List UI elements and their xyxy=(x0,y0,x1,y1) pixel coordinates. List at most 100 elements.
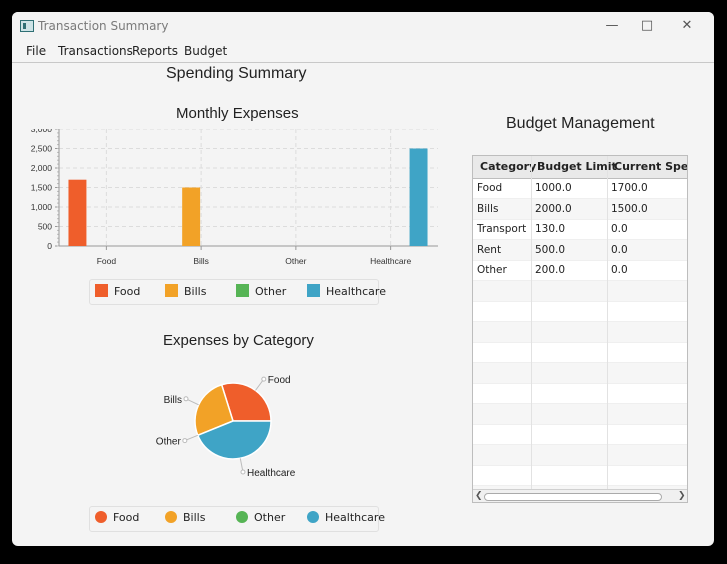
menu-file[interactable]: File xyxy=(26,44,46,58)
menu-transactions[interactable]: Transactions xyxy=(58,44,133,58)
y-tick-label: 1,000 xyxy=(31,202,53,212)
pie-label-food: Food xyxy=(268,375,291,386)
bar-healthcare xyxy=(409,148,428,246)
cell-category: Food xyxy=(477,182,503,194)
cell-budget-limit: 2000.0 xyxy=(535,202,572,215)
legend-label: Food xyxy=(114,285,141,298)
cell-budget-limit: 500.0 xyxy=(535,243,566,256)
table-row xyxy=(473,465,687,486)
legend-dot xyxy=(95,511,107,523)
column-header-category[interactable]: Category xyxy=(480,160,536,173)
column-header-current-spend[interactable]: Current Spend xyxy=(614,160,687,173)
table-row xyxy=(473,403,687,425)
menu-reports[interactable]: Reports xyxy=(132,44,178,58)
table-row xyxy=(473,424,687,445)
scroll-right-icon[interactable]: ❯ xyxy=(678,490,686,502)
x-tick-label: Healthcare xyxy=(370,256,411,266)
cell-current-spend: 0.0 xyxy=(611,264,628,276)
legend-dot xyxy=(307,511,319,523)
legend-item-healthcare: Healthcare xyxy=(307,284,386,300)
legend-item-other: Other xyxy=(236,511,285,527)
cell-budget-limit: 1000.0 xyxy=(535,182,572,194)
cell-category: Transport xyxy=(477,223,527,235)
y-tick-label: 2,500 xyxy=(31,144,53,154)
table-row xyxy=(473,321,687,343)
x-tick-label: Food xyxy=(97,256,117,266)
legend-item-food: Food xyxy=(95,284,140,300)
legend-label: Bills xyxy=(183,511,206,524)
table-row xyxy=(473,280,687,302)
legend-label: Other xyxy=(255,285,287,298)
pie-leader-dot xyxy=(261,376,267,382)
table-row xyxy=(473,383,687,404)
app-icon xyxy=(20,20,34,32)
legend-swatch xyxy=(236,284,249,297)
cell-category: Rent xyxy=(477,243,502,256)
pie-leader-dot xyxy=(182,438,188,444)
legend-label: Healthcare xyxy=(326,285,386,298)
column-header-budget-limit[interactable]: Budget Limit xyxy=(537,160,617,173)
menu-bar: File Transactions Reports Budget xyxy=(12,40,714,63)
legend-dot xyxy=(236,511,248,523)
menu-budget[interactable]: Budget xyxy=(184,44,227,58)
close-button[interactable]: ✕ xyxy=(672,16,702,36)
y-tick-label: 500 xyxy=(38,222,52,232)
pie-label-healthcare: Healthcare xyxy=(247,468,296,479)
cell-current-spend: 0.0 xyxy=(611,243,628,256)
table-row xyxy=(473,342,687,363)
cell-category: Bills xyxy=(477,202,499,215)
x-tick-label: Other xyxy=(285,256,306,266)
bar-bills xyxy=(182,187,201,246)
pie-label-bills: Bills xyxy=(164,395,182,406)
table-row[interactable]: Other 200.0 0.0 xyxy=(473,260,687,281)
scrollbar-thumb[interactable] xyxy=(484,493,662,501)
table-row[interactable]: Food 1000.0 1700.0 xyxy=(473,178,687,199)
column-divider xyxy=(531,156,532,502)
legend-item-food: Food xyxy=(95,511,139,527)
cell-current-spend: 0.0 xyxy=(611,223,628,235)
x-tick-label: Bills xyxy=(193,256,209,266)
legend-item-other: Other xyxy=(236,284,286,300)
maximize-button[interactable]: □ xyxy=(632,16,662,36)
cell-current-spend: 1700.0 xyxy=(611,182,648,194)
legend-label: Bills xyxy=(184,285,207,298)
legend-item-healthcare: Healthcare xyxy=(307,511,385,527)
pie-chart-legend: Food Bills Other Healthcare xyxy=(89,506,385,532)
app-window: Transaction Summary — □ ✕ File Transacti… xyxy=(12,12,714,546)
table-row xyxy=(473,444,687,466)
legend-label: Healthcare xyxy=(325,511,385,524)
table-row[interactable]: Rent 500.0 0.0 xyxy=(473,239,687,261)
y-tick-label: 3,000 xyxy=(31,129,53,134)
legend-swatch xyxy=(307,284,320,297)
table-row[interactable]: Bills 2000.0 1500.0 xyxy=(473,198,687,220)
bar-food xyxy=(68,179,87,246)
table-row xyxy=(473,362,687,384)
window-title: Transaction Summary xyxy=(38,19,169,33)
budget-table[interactable]: Category Budget Limit Current Spend Food… xyxy=(472,155,688,503)
legend-item-bills: Bills xyxy=(165,511,205,527)
legend-label: Other xyxy=(254,511,286,524)
cell-budget-limit: 130.0 xyxy=(535,223,566,235)
cell-category: Other xyxy=(477,264,507,276)
y-tick-label: 2,000 xyxy=(31,163,53,173)
table-row[interactable]: Transport 130.0 0.0 xyxy=(473,219,687,240)
pie-chart: Food Bills Other Healthcare xyxy=(156,375,296,479)
legend-dot xyxy=(165,511,177,523)
pie-chart-title: Expenses by Category xyxy=(163,332,314,349)
scroll-left-icon[interactable]: ❮ xyxy=(475,490,483,502)
pie-leader-dot xyxy=(240,469,246,475)
pie-leader-dot xyxy=(183,396,189,402)
main-content: Spending Summary Monthly Expenses Budget… xyxy=(12,63,714,546)
bar-chart-legend: Food Bills Other Healthcare xyxy=(89,279,386,305)
minimize-button[interactable]: — xyxy=(597,16,627,36)
column-divider xyxy=(607,156,608,502)
spending-summary-title: Spending Summary xyxy=(166,65,307,82)
cell-current-spend: 1500.0 xyxy=(611,202,648,215)
legend-item-bills: Bills xyxy=(165,284,206,300)
bar-chart-title: Monthly Expenses xyxy=(176,105,299,122)
legend-label: Food xyxy=(113,511,140,524)
title-bar: Transaction Summary — □ ✕ xyxy=(12,12,714,40)
y-tick-label: 0 xyxy=(47,241,52,251)
horizontal-scrollbar[interactable]: ❮ ❯ xyxy=(473,489,687,502)
legend-swatch xyxy=(165,284,178,297)
